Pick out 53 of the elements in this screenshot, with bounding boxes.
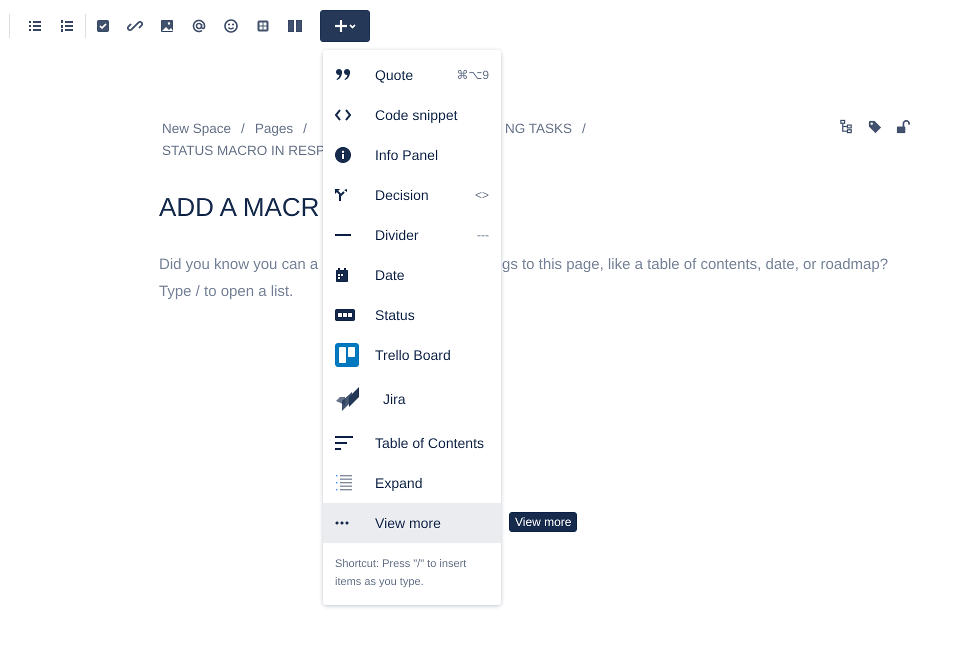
code-icon bbox=[335, 109, 351, 121]
breadcrumb-link[interactable]: / bbox=[582, 120, 586, 136]
menu-item[interactable]: Code snippet bbox=[323, 95, 501, 135]
table-icon[interactable] bbox=[255, 18, 271, 34]
breadcrumb-link[interactable]: New Space bbox=[162, 120, 232, 136]
emoji-icon[interactable] bbox=[223, 18, 239, 34]
breadcrumb-link[interactable]: STATUS MACRO IN RESP bbox=[162, 142, 326, 158]
stacked-chevrons-icon bbox=[335, 387, 361, 411]
menu-item[interactable]: Expand bbox=[323, 463, 501, 503]
breadcrumb-link[interactable]: NG TASKS bbox=[505, 120, 572, 136]
checkbox-icon[interactable] bbox=[95, 18, 111, 34]
board-icon bbox=[335, 343, 359, 367]
shortcut-hint: --- bbox=[477, 228, 489, 242]
tooltip: View more bbox=[509, 512, 578, 532]
menu-footer: Shortcut: Press "/" to insert items as you type. bbox=[323, 543, 501, 605]
status-label-icon bbox=[335, 309, 355, 321]
menu-item[interactable]: Jira bbox=[323, 375, 501, 423]
menu-item[interactable]: Info Panel bbox=[323, 135, 501, 175]
numbered-list-icon[interactable] bbox=[59, 18, 75, 34]
breadcrumb-link[interactable]: / bbox=[241, 120, 245, 136]
breadcrumb-link[interactable]: Pages bbox=[254, 120, 294, 136]
expand-icon bbox=[335, 474, 353, 492]
menu-item[interactable]: Date bbox=[323, 255, 501, 295]
hierarchy-icon[interactable] bbox=[839, 119, 854, 134]
table-of-contents-icon bbox=[335, 436, 353, 450]
menu-item[interactable]: Table of Contents bbox=[323, 423, 501, 463]
image-icon[interactable] bbox=[159, 18, 175, 34]
page-title: ADD A MACR bbox=[159, 191, 320, 223]
menu-item[interactable]: Decision <> bbox=[323, 175, 501, 215]
calendar-icon bbox=[335, 268, 349, 282]
shortcut-hint: ⌘⌥9 bbox=[456, 68, 489, 82]
placeholder-text: Type / to open a list. bbox=[159, 283, 294, 300]
quote-icon bbox=[335, 68, 351, 82]
link-icon[interactable] bbox=[127, 18, 143, 34]
bullet-list-icon[interactable] bbox=[27, 18, 43, 34]
decision-icon bbox=[335, 188, 349, 202]
mention-icon[interactable] bbox=[191, 18, 207, 34]
breadcrumb-link[interactable]: / bbox=[303, 120, 307, 136]
insert-button[interactable] bbox=[320, 10, 370, 42]
more-icon bbox=[335, 521, 349, 525]
menu-item[interactable]: Quote ⌘⌥9 bbox=[323, 55, 501, 95]
menu-item[interactable]: Trello Board bbox=[323, 335, 501, 375]
info-icon bbox=[335, 147, 351, 163]
divider-icon bbox=[335, 234, 351, 236]
layout-columns-icon[interactable] bbox=[287, 18, 303, 34]
menu-item[interactable]: View more bbox=[323, 503, 501, 543]
shortcut-hint: <> bbox=[474, 188, 489, 202]
menu-item[interactable]: Divider --- bbox=[323, 215, 501, 255]
tag-icon[interactable] bbox=[867, 119, 882, 134]
unlocked-icon[interactable] bbox=[895, 119, 910, 134]
menu-item[interactable]: Status bbox=[323, 295, 501, 335]
placeholder-text: Did you know you can a bbox=[159, 256, 318, 273]
placeholder-text: gs to this page, like a table of contents, date, or roadmap? bbox=[502, 256, 888, 273]
